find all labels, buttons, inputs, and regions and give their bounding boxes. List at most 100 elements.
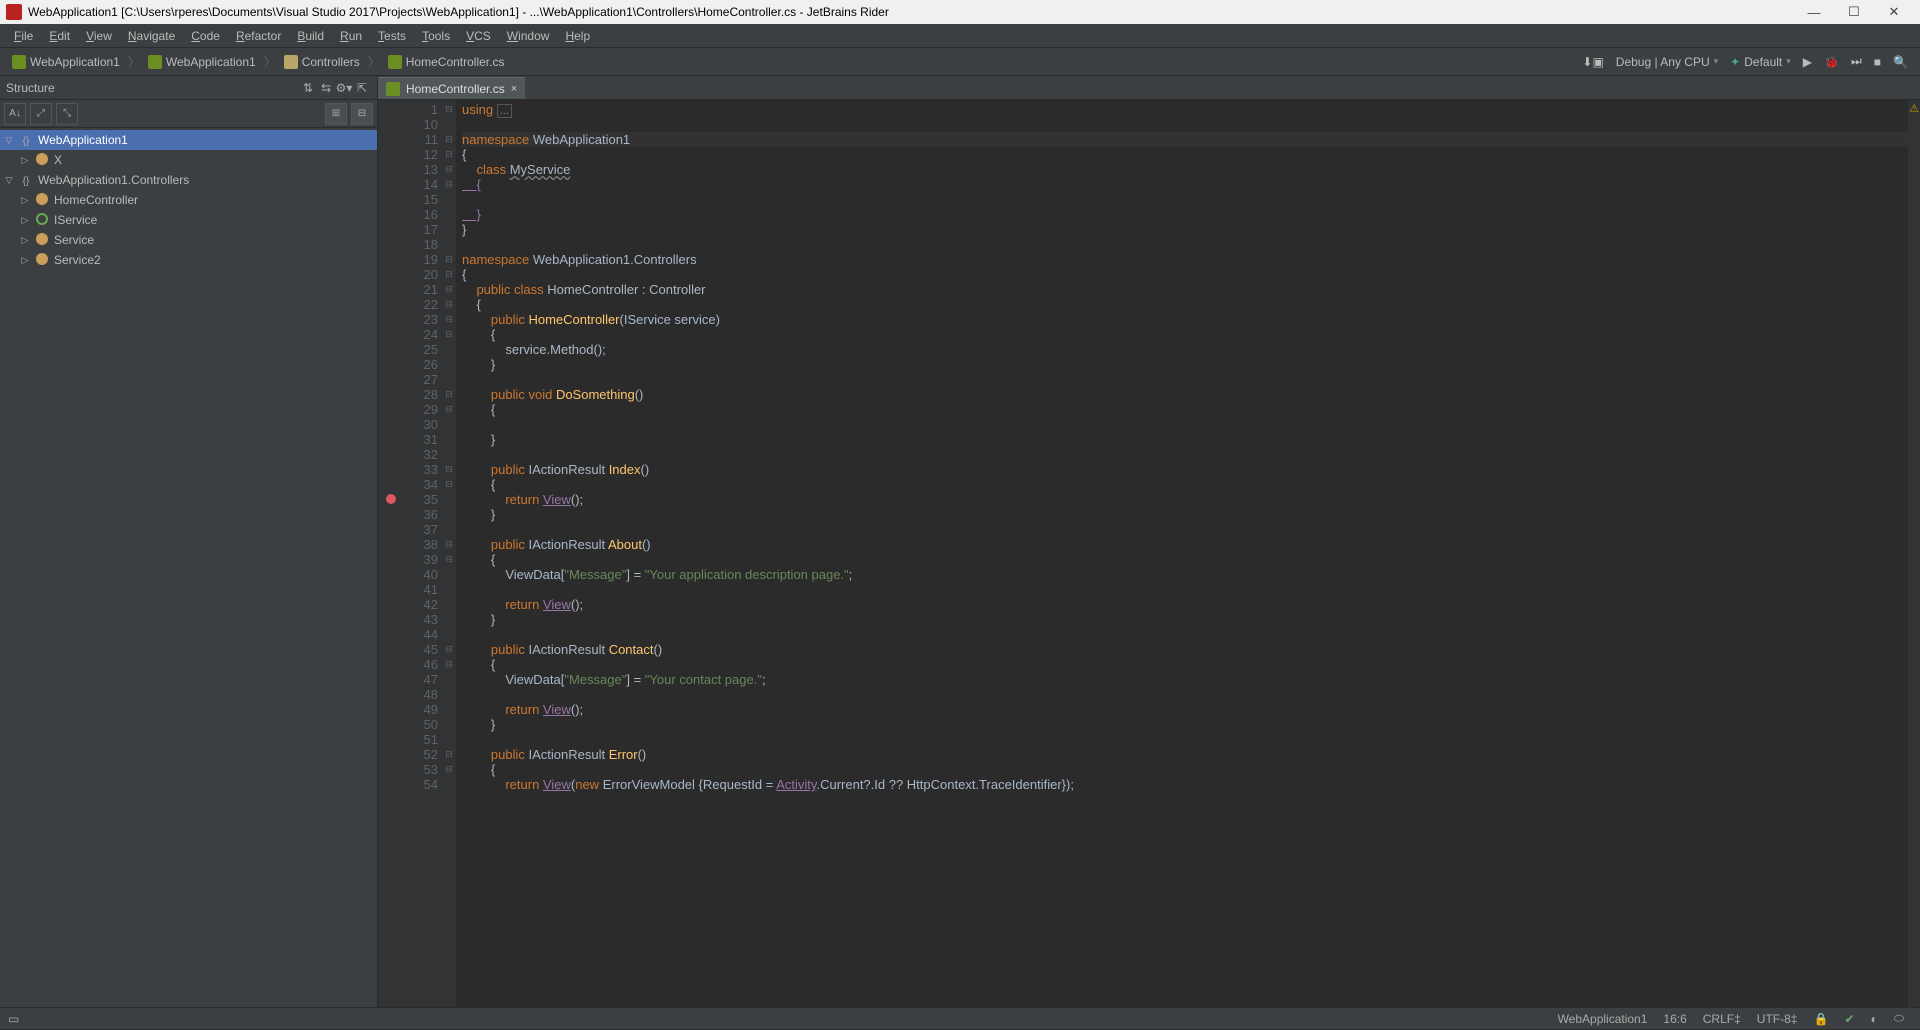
menu-tools[interactable]: Tools bbox=[414, 29, 458, 43]
menu-vcs[interactable]: VCS bbox=[458, 29, 499, 43]
tree-label: X bbox=[54, 153, 62, 167]
structure-panel: Structure ⇅ ⇆ ⚙▾ ⇱ A↓ ⤢ ⤡ ⊞ ⊟ ▽ WebApplic… bbox=[0, 76, 378, 1007]
tree-label: WebApplication1 bbox=[38, 133, 128, 147]
build-config-dropdown[interactable]: Debug | Any CPU bbox=[1610, 55, 1724, 69]
status-lock-icon[interactable]: 🔒 bbox=[1805, 1012, 1836, 1026]
warning-marker-icon[interactable]: ⚠ bbox=[1909, 102, 1919, 117]
collapse-button[interactable]: ⤡ bbox=[56, 103, 78, 125]
menu-file[interactable]: File bbox=[6, 29, 41, 43]
status-context[interactable]: WebApplication1 bbox=[1550, 1012, 1656, 1026]
csfile-icon bbox=[386, 82, 400, 96]
tree-item[interactable]: ▽ WebApplication1 bbox=[0, 130, 377, 150]
sort-alpha-button[interactable]: A↓ bbox=[4, 103, 26, 125]
tree-item[interactable]: ▷ HomeController bbox=[0, 190, 377, 210]
fold-gutter[interactable]: ⊟⊟⊟⊟⊟⊟⊟⊟⊟⊟⊟⊟⊟⊟⊟⊟⊟⊟⊟⊟⊟ bbox=[442, 100, 456, 1007]
app-icon bbox=[6, 4, 22, 20]
menu-help[interactable]: Help bbox=[557, 29, 598, 43]
group2-button[interactable]: ⊟ bbox=[351, 103, 373, 125]
project-icon bbox=[148, 55, 162, 69]
tree-arrow-icon[interactable]: ▷ bbox=[20, 195, 30, 206]
structure-toolbar: A↓ ⤢ ⤡ ⊞ ⊟ bbox=[0, 100, 377, 128]
maximize-button[interactable]: ☐ bbox=[1834, 4, 1874, 20]
structure-tree[interactable]: ▽WebApplication1▷X▽WebApplication1.Contr… bbox=[0, 128, 377, 1007]
run-target-dropdown[interactable]: ✦Default bbox=[1724, 55, 1797, 69]
menu-view[interactable]: View bbox=[78, 29, 120, 43]
status-line-ending[interactable]: CRLF‡ bbox=[1695, 1012, 1749, 1026]
menu-run[interactable]: Run bbox=[332, 29, 370, 43]
stop-button[interactable]: ■ bbox=[1868, 55, 1887, 69]
status-encoding[interactable]: UTF-8‡ bbox=[1749, 1012, 1806, 1026]
breadcrumb-sep-icon: 〉 bbox=[262, 53, 278, 70]
tab-close-icon[interactable]: × bbox=[511, 83, 517, 95]
menu-edit[interactable]: Edit bbox=[41, 29, 78, 43]
close-button[interactable]: ✕ bbox=[1874, 4, 1914, 20]
tree-item[interactable]: ▷X bbox=[0, 150, 377, 170]
breakpoint-icon[interactable] bbox=[386, 494, 396, 504]
class-icon bbox=[34, 193, 50, 208]
menu-navigate[interactable]: Navigate bbox=[120, 29, 183, 43]
solution-icon bbox=[12, 55, 26, 69]
step-button[interactable]: ⏭ bbox=[1845, 54, 1868, 69]
breadcrumb-3[interactable]: HomeController.cs bbox=[382, 55, 511, 69]
tree-arrow-icon[interactable]: ▷ bbox=[20, 215, 30, 226]
breadcrumb-sep-icon: 〉 bbox=[126, 53, 142, 70]
tree-item[interactable]: ▷Service bbox=[0, 230, 377, 250]
menu-refactor[interactable]: Refactor bbox=[228, 29, 289, 43]
namespace-icon bbox=[18, 173, 34, 187]
status-inspect-icon[interactable]: ✔ bbox=[1836, 1012, 1862, 1026]
navbar: WebApplication1 〉 WebApplication1 〉 Controll… bbox=[0, 48, 1920, 76]
tree-arrow-icon[interactable]: ▽ bbox=[4, 135, 14, 146]
tree-arrow-icon[interactable]: ▽ bbox=[4, 175, 14, 186]
code-content[interactable]: using ...namespace WebApplication1{ clas… bbox=[456, 100, 1908, 1007]
tree-arrow-icon[interactable]: ▷ bbox=[20, 255, 30, 266]
status-mem-icon[interactable]: ◐ bbox=[1863, 1012, 1886, 1026]
expand-button[interactable]: ⤢ bbox=[30, 103, 52, 125]
code-editor[interactable]: 1101112131415161718192021222324252627282… bbox=[378, 100, 1920, 1007]
tree-label: HomeController bbox=[54, 193, 138, 207]
search-everywhere-button[interactable]: 🔍 bbox=[1887, 55, 1914, 69]
class-icon bbox=[34, 153, 50, 168]
menu-window[interactable]: Window bbox=[499, 29, 558, 43]
main-split: Structure ⇅ ⇆ ⚙▾ ⇱ A↓ ⤢ ⤡ ⊞ ⊟ ▽ WebApplic… bbox=[0, 76, 1920, 1007]
structure-opt2-icon[interactable]: ⇆ bbox=[317, 81, 335, 95]
tree-label: WebApplication1.Controllers bbox=[38, 173, 189, 187]
structure-opt-icon[interactable]: ⇅ bbox=[299, 81, 317, 95]
menu-build[interactable]: Build bbox=[289, 29, 332, 43]
breadcrumb-0[interactable]: WebApplication1 bbox=[6, 55, 126, 69]
class-icon bbox=[34, 233, 50, 248]
editor-tab-label: HomeController.cs bbox=[406, 82, 505, 96]
namespace-icon bbox=[18, 133, 34, 147]
group-button[interactable]: ⊞ bbox=[325, 103, 347, 125]
tree-item[interactable]: ▽ WebApplication1.Controllers bbox=[0, 170, 377, 190]
minimize-button[interactable]: — bbox=[1794, 5, 1834, 20]
csfile-icon bbox=[388, 55, 402, 69]
breadcrumb-label: WebApplication1 bbox=[30, 55, 120, 69]
structure-pin-icon[interactable]: ⇱ bbox=[353, 81, 371, 95]
marker-strip[interactable]: ⚠ bbox=[1908, 100, 1920, 1007]
menu-tests[interactable]: Tests bbox=[370, 29, 414, 43]
run-button[interactable]: ▶ bbox=[1797, 55, 1818, 69]
structure-header: Structure ⇅ ⇆ ⚙▾ ⇱ bbox=[0, 76, 377, 100]
window-title: WebApplication1 [C:\Users\rperes\Documen… bbox=[28, 5, 1794, 19]
breadcrumb-label: WebApplication1 bbox=[166, 55, 256, 69]
build-icon[interactable]: ⬇▣ bbox=[1576, 55, 1609, 69]
breadcrumb-2[interactable]: Controllers bbox=[278, 55, 366, 69]
breadcrumb-1[interactable]: WebApplication1 bbox=[142, 55, 262, 69]
status-left-icon[interactable]: ▭ bbox=[8, 1012, 19, 1026]
status-trash-icon[interactable]: ⬭ bbox=[1886, 1011, 1912, 1026]
line-gutter[interactable]: 1101112131415161718192021222324252627282… bbox=[378, 100, 442, 1007]
status-caret-pos[interactable]: 16:6 bbox=[1655, 1012, 1694, 1026]
tree-arrow-icon[interactable]: ▷ bbox=[20, 235, 30, 246]
breadcrumb-label: Controllers bbox=[302, 55, 360, 69]
menubar: FileEditViewNavigateCodeRefactorBuildRun… bbox=[0, 24, 1920, 48]
interface-icon bbox=[34, 213, 50, 228]
statusbar: ▭ WebApplication1 16:6 CRLF‡ UTF-8‡ 🔒 ✔ … bbox=[0, 1007, 1920, 1029]
tree-arrow-icon[interactable]: ▷ bbox=[20, 155, 30, 166]
structure-gear-icon[interactable]: ⚙▾ bbox=[335, 81, 353, 95]
menu-code[interactable]: Code bbox=[183, 29, 228, 43]
editor-tab[interactable]: HomeController.cs × bbox=[378, 77, 525, 99]
tree-item[interactable]: ▷Service2 bbox=[0, 250, 377, 270]
tree-item[interactable]: ▷IService bbox=[0, 210, 377, 230]
class-icon bbox=[34, 253, 50, 268]
debug-button[interactable]: 🐞 bbox=[1818, 55, 1845, 69]
